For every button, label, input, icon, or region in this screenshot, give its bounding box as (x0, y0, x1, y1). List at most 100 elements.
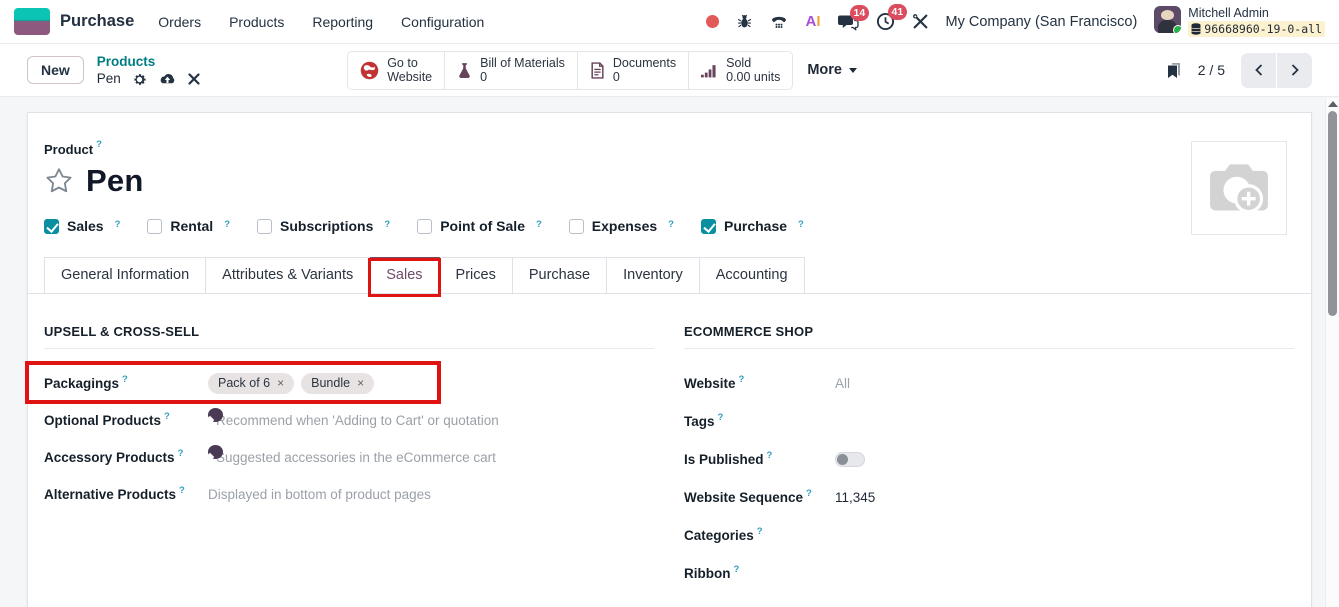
checkbox-box[interactable] (417, 219, 432, 234)
checkbox-box[interactable] (701, 219, 716, 234)
messages-icon[interactable]: 14 (838, 13, 859, 31)
help-mark[interactable]: ? (718, 412, 724, 423)
messages-badge: 14 (850, 5, 870, 21)
remove-tag-icon[interactable]: × (357, 377, 364, 389)
help-mark[interactable]: ? (164, 411, 170, 422)
is-published-label: Is Published? (684, 452, 835, 467)
help-mark[interactable]: ? (757, 526, 763, 537)
pager-previous-button[interactable] (1241, 53, 1276, 88)
tab-accounting[interactable]: Accounting (700, 257, 805, 293)
help-mark[interactable]: ? (734, 564, 740, 575)
help-mark[interactable]: ? (536, 219, 542, 230)
packaging-tag[interactable]: Bundle × (301, 373, 374, 394)
ai-icon[interactable]: AI (806, 13, 821, 30)
checkbox-expenses[interactable]: Expenses? (569, 218, 674, 234)
categories-label: Categories? (684, 528, 835, 543)
app-name[interactable]: Purchase (60, 12, 134, 31)
checkbox-box[interactable] (147, 219, 162, 234)
new-button[interactable]: New (27, 56, 84, 84)
menu-products[interactable]: Products (229, 14, 284, 30)
checkbox-sales[interactable]: Sales? (44, 218, 120, 234)
bug-icon[interactable] (736, 13, 753, 30)
more-button[interactable]: More (793, 56, 871, 84)
alternative-products-field[interactable]: Displayed in bottom of product pages (208, 487, 431, 502)
help-mark[interactable]: ? (224, 219, 230, 230)
bill-of-materials-button[interactable]: Bill of Materials 0 (445, 52, 578, 89)
tab-purchase[interactable]: Purchase (513, 257, 607, 293)
user-menu[interactable]: Mitchell Admin 96668960-19-0-all (1154, 6, 1325, 37)
tab-sales[interactable]: Sales (370, 257, 439, 293)
help-mark[interactable]: ? (806, 488, 812, 499)
website-sequence-label: Website Sequence? (684, 490, 835, 505)
bookmark-icon[interactable] (1166, 62, 1182, 79)
remove-tag-icon[interactable]: × (277, 377, 284, 389)
vertical-scrollbar[interactable] (1325, 98, 1339, 607)
help-mark[interactable]: ? (96, 139, 102, 150)
tab-general-information[interactable]: General Information (44, 257, 206, 293)
packagings-label: Packagings? (44, 376, 208, 391)
website-sequence-field[interactable]: 11,345 (835, 490, 875, 505)
cloud-save-icon[interactable] (158, 72, 177, 86)
tab-prices[interactable]: Prices (440, 257, 513, 293)
breadcrumb-products-link[interactable]: Products (97, 54, 156, 70)
chevron-left-icon (1254, 64, 1264, 76)
help-mark[interactable]: ? (178, 448, 184, 459)
globe-icon (360, 61, 379, 80)
product-field-label: Product (44, 142, 93, 157)
ecommerce-group-title: ECOMMERCE SHOP (684, 324, 1294, 349)
optional-products-field[interactable]: Recommend when 'Adding to Cart' or quota… (216, 413, 499, 428)
alternative-products-row: Alternative Products? Displayed in botto… (44, 481, 654, 507)
camera-plus-icon (1204, 158, 1274, 218)
help-mark[interactable]: ? (668, 219, 674, 230)
website-field[interactable]: All (835, 376, 850, 391)
checkbox-box[interactable] (569, 219, 584, 234)
tags-label: Tags? (684, 414, 835, 429)
product-name-input[interactable]: Pen (86, 163, 143, 199)
tab-inventory[interactable]: Inventory (607, 257, 700, 293)
help-mark[interactable]: ? (798, 219, 804, 230)
packagings-field[interactable]: Pack of 6 × Bundle × (208, 373, 374, 394)
systray: AI 14 41 My Company (San Francisco) (706, 6, 1326, 37)
checkbox-box[interactable] (257, 219, 272, 234)
menu-reporting[interactable]: Reporting (312, 14, 373, 30)
checkbox-rental[interactable]: Rental? (147, 218, 230, 234)
app-switcher[interactable]: Purchase (14, 8, 134, 35)
gear-icon[interactable] (132, 72, 147, 87)
purchase-app-icon[interactable] (14, 8, 50, 35)
alternative-products-label: Alternative Products? (44, 487, 208, 502)
help-mark[interactable]: ? (739, 374, 745, 385)
database-name: 96668960-19-0-all (1204, 22, 1322, 36)
help-mark[interactable]: ? (115, 219, 121, 230)
star-icon[interactable] (44, 166, 74, 196)
phone-icon[interactable] (770, 14, 789, 30)
tools-icon[interactable] (912, 13, 929, 30)
documents-button[interactable]: Documents 0 (578, 52, 689, 89)
discard-icon[interactable] (188, 73, 200, 85)
scrollbar-thumb[interactable] (1328, 111, 1337, 316)
main-menu: Orders Products Reporting Configuration (158, 14, 484, 30)
chevron-down-icon (849, 68, 857, 73)
help-mark[interactable]: ? (179, 485, 185, 496)
tab-attributes-variants[interactable]: Attributes & Variants (206, 257, 370, 293)
checkbox-point-of-sale[interactable]: Point of Sale? (417, 218, 542, 234)
help-mark[interactable]: ? (384, 219, 390, 230)
sold-units-button[interactable]: Sold 0.00 units (689, 52, 792, 89)
is-published-toggle[interactable] (835, 452, 865, 467)
record-dot-icon[interactable] (706, 15, 719, 28)
pager-next-button[interactable] (1277, 53, 1312, 88)
activities-icon[interactable]: 41 (876, 12, 895, 31)
database-badge: 96668960-19-0-all (1188, 21, 1325, 37)
checkbox-subscriptions[interactable]: Subscriptions? (257, 218, 390, 234)
go-to-website-button[interactable]: Go to Website (348, 52, 445, 89)
checkbox-box[interactable] (44, 219, 59, 234)
product-image-upload[interactable] (1191, 141, 1287, 235)
menu-configuration[interactable]: Configuration (401, 14, 484, 30)
menu-orders[interactable]: Orders (158, 14, 201, 30)
help-mark[interactable]: ? (767, 450, 773, 461)
accessory-products-field[interactable]: Suggested accessories in the eCommerce c… (216, 450, 496, 465)
company-switcher[interactable]: My Company (San Francisco) (946, 14, 1138, 30)
packaging-tag[interactable]: Pack of 6 × (208, 373, 294, 394)
checkbox-purchase[interactable]: Purchase? (701, 218, 804, 234)
scroll-up-icon[interactable] (1328, 101, 1338, 107)
help-mark[interactable]: ? (122, 374, 128, 385)
